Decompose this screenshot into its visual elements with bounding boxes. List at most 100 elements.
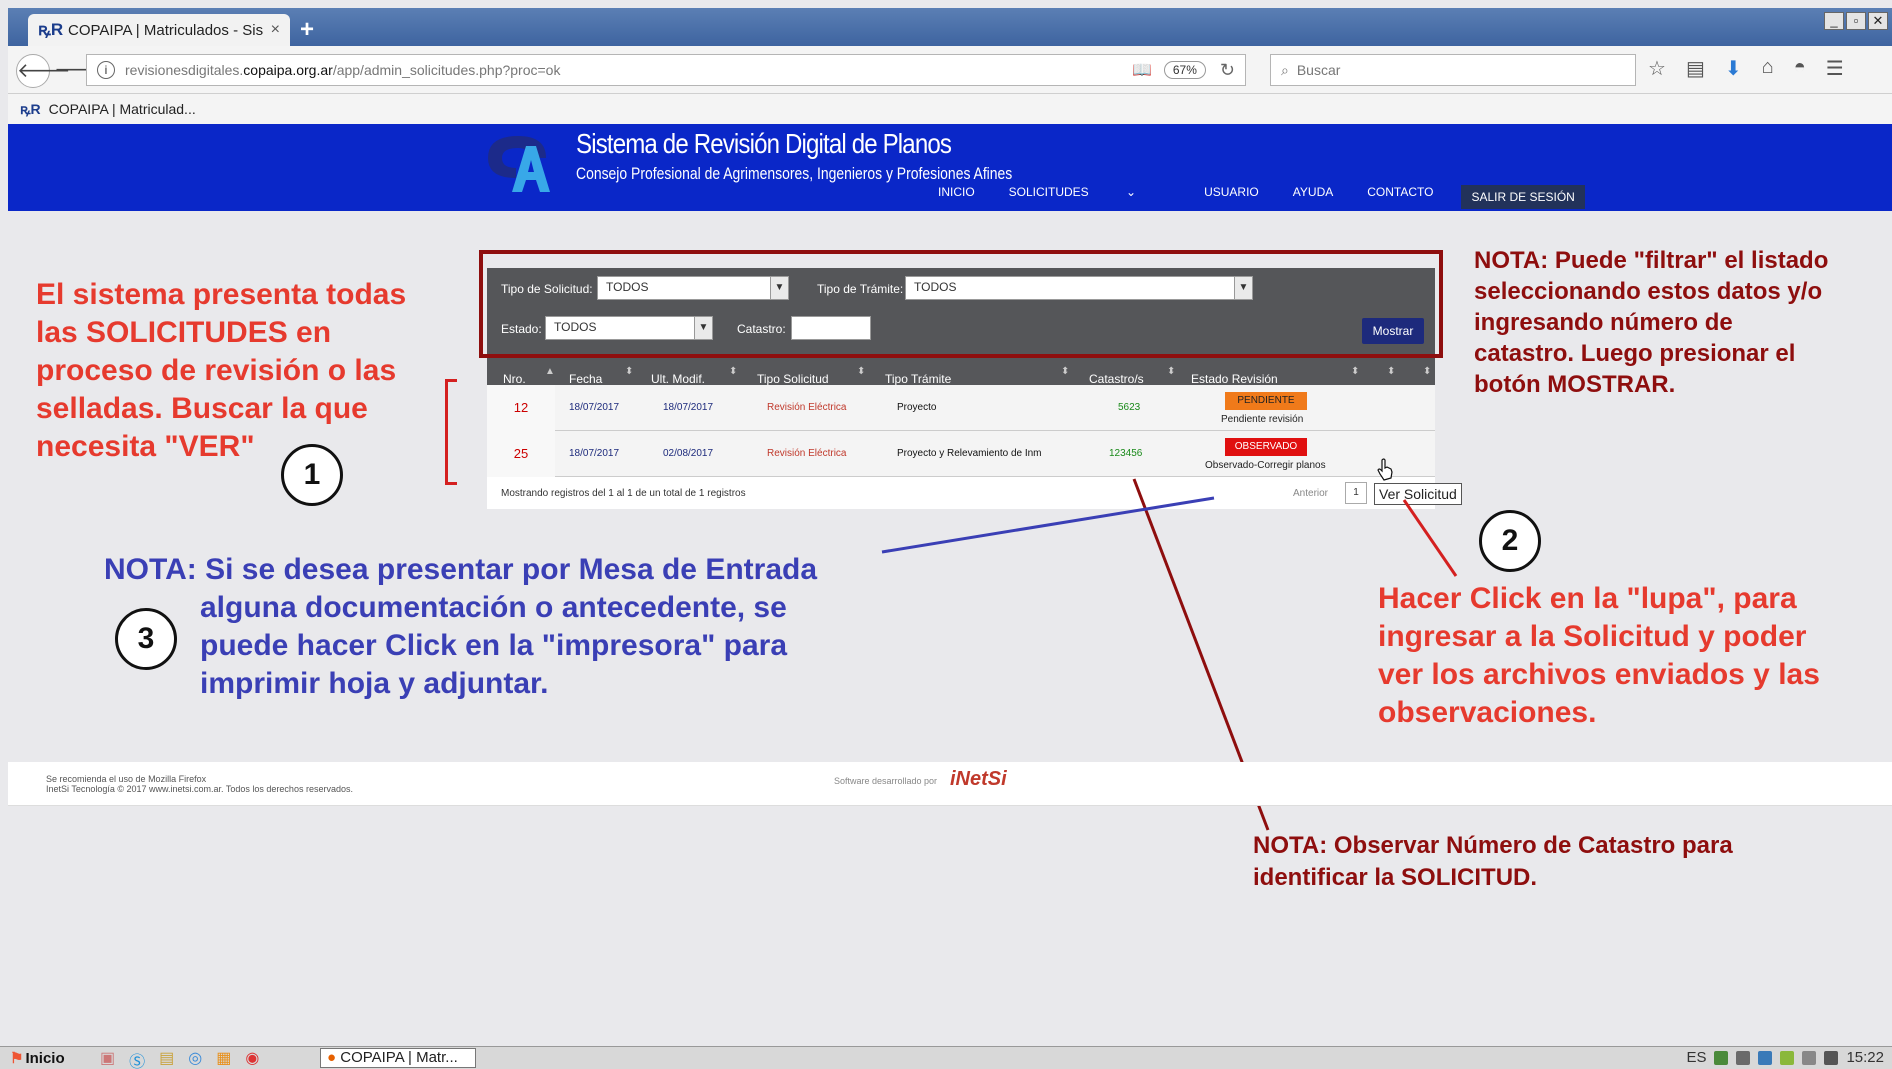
language-indicator[interactable]: ES (1686, 1049, 1706, 1066)
step-circle-3: 3 (115, 608, 177, 670)
system-tray: ES 15:22 (1686, 1049, 1884, 1066)
annotation-lupa: Hacer Click en la "lupa", para ingresar … (1378, 582, 1820, 729)
prev-page-button[interactable]: Anterior (1293, 488, 1328, 499)
hand-cursor-icon (1377, 458, 1393, 481)
pocket-icon[interactable]: ◓ (1794, 56, 1806, 81)
row-tipo-tramite: Proyecto (897, 402, 937, 413)
reload-icon[interactable]: ↻ (1220, 60, 1235, 81)
volume-icon[interactable] (1802, 1050, 1817, 1065)
url-text: revisionesdigitales.copaipa.org.ar/app/a… (125, 62, 561, 78)
back-button[interactable]: 🡐 (16, 54, 71, 88)
site-header: Sistema de Revisión Digital de Planos Co… (8, 124, 1892, 211)
site-footer: Se recomienda el uso de Mozilla Firefox … (8, 762, 1892, 806)
browser-icon[interactable]: ◎ (188, 1048, 202, 1069)
new-tab-button[interactable]: + (300, 18, 314, 42)
close-window-button[interactable]: ✕ (1868, 12, 1888, 30)
sort-icon: ⬍ (1423, 366, 1432, 377)
sort-icon: ⬍ (857, 366, 866, 377)
annotation-catastro: NOTA: Observar Número de Catastro para i… (1253, 832, 1733, 891)
annotation-solicitudes: El sistema presenta todas las SOLICITUDE… (36, 278, 407, 463)
annotation-printer-title: NOTA: Si se desea presentar por Mesa de … (104, 553, 818, 586)
row-tipo-solicitud: Revisión Eléctrica (767, 448, 847, 459)
row-estado: Pendiente revisión (1221, 414, 1304, 425)
copaipa-logo-icon (488, 136, 550, 192)
menu-inicio[interactable]: INICIO (938, 185, 975, 209)
window-controls: _ ▫ ✕ (1824, 12, 1888, 30)
skype-icon[interactable]: Ⓢ (129, 1048, 145, 1069)
menu-contacto[interactable]: CONTACTO (1367, 185, 1433, 209)
zoom-indicator[interactable]: 67% (1163, 61, 1206, 79)
folder-icon[interactable]: ▤ (159, 1048, 174, 1069)
menu-solicitudes[interactable]: SOLICITUDES ⌄ (1009, 185, 1170, 209)
step-circle-1: 1 (281, 444, 343, 506)
chrome-icon[interactable]: ◉ (245, 1048, 259, 1069)
bookmark-item[interactable]: COPAIPA | Matriculad... (49, 101, 196, 117)
app-icon[interactable]: ▦ (216, 1048, 231, 1069)
quick-launch: ▣ Ⓢ ▤ ◎ ▦ ◉ (100, 1048, 259, 1069)
tray-icon[interactable] (1736, 1050, 1751, 1065)
sort-icon: ⬍ (1351, 366, 1360, 377)
copaipa-favicon-icon: ꝶR (20, 100, 41, 117)
sort-icon: ⬍ (625, 366, 634, 377)
row-modif: 02/08/2017 (663, 448, 714, 459)
site-subtitle: Consejo Profesional de Agrimensores, Ing… (576, 164, 1013, 183)
pointer-line-lupa (1402, 499, 1458, 577)
home-icon[interactable]: ⌂ (1762, 56, 1774, 81)
minimize-button[interactable]: _ (1824, 12, 1844, 30)
downloads-icon[interactable]: ⬇ (1725, 56, 1742, 81)
taskbar: ⚑ Inicio ▣ Ⓢ ▤ ◎ ▦ ◉ ● COPAIPA | Matr... … (0, 1046, 1892, 1069)
site-title: Sistema de Revisión Digital de Planos (576, 128, 952, 159)
browser-tab[interactable]: ꝶR COPAIPA | Matriculados - Sistem × (28, 14, 290, 46)
bookmark-star-icon[interactable]: ☆ (1648, 56, 1666, 81)
chevron-down-icon: ⌄ (1126, 185, 1137, 199)
sort-icon: ⬍ (1387, 366, 1396, 377)
row-estado: Observado-Corregir planos (1205, 460, 1326, 471)
status-badge: PENDIENTE (1225, 392, 1307, 410)
url-bar[interactable]: i revisionesdigitales.copaipa.org.ar/app… (86, 54, 1246, 86)
menu-usuario[interactable]: USUARIO (1204, 185, 1259, 209)
table-row: 12 18/07/2017 18/07/2017 Revisión Eléctr… (487, 385, 1435, 431)
start-button[interactable]: ⚑ Inicio (10, 1049, 65, 1067)
media-player-icon[interactable]: ▣ (100, 1048, 115, 1069)
bookmarks-toolbar: ꝶR COPAIPA | Matriculad... (8, 94, 1892, 124)
footer-software-by: Software desarrollado por (834, 776, 938, 786)
row-nro: 12 (487, 385, 555, 431)
browser-tab-bar: ꝶR COPAIPA | Matriculados - Sistem × + _… (8, 8, 1892, 46)
inetsi-logo[interactable]: iNetSi (950, 768, 1007, 791)
row-catastro: 5623 (1118, 402, 1141, 413)
copaipa-favicon-icon: ꝶR (38, 20, 64, 39)
bookmarks-list-icon[interactable]: ▤ (1686, 56, 1705, 81)
row-catastro: 123456 (1109, 448, 1143, 459)
menu-icon[interactable]: ☰ (1826, 56, 1844, 81)
firefox-icon: ● (327, 1049, 337, 1066)
tray-icon[interactable] (1758, 1050, 1773, 1065)
sort-icon: ⬍ (1061, 366, 1070, 377)
reader-view-icon[interactable]: 📖 (1132, 60, 1152, 80)
search-bar[interactable]: ⌕ Buscar (1270, 54, 1636, 86)
sort-icon: ⬍ (1167, 366, 1176, 377)
tray-icon[interactable] (1780, 1050, 1795, 1065)
row-nro: 25 (487, 431, 555, 477)
network-icon[interactable] (1824, 1050, 1839, 1065)
footer-copyright: InetSi Tecnología © 2017 www.inetsi.com.… (46, 784, 353, 794)
close-tab-icon[interactable]: × (271, 21, 280, 39)
logout-button[interactable]: SALIR DE SESIÓN (1461, 185, 1585, 209)
menu-ayuda[interactable]: AYUDA (1293, 185, 1333, 209)
main-menu: INICIO SOLICITUDES ⌄ USUARIO AYUDA CONTA… (938, 185, 1619, 209)
clock[interactable]: 15:22 (1846, 1049, 1884, 1066)
tray-icon[interactable] (1714, 1050, 1729, 1065)
row-tipo-tramite: Proyecto y Relevamiento de Inm (897, 448, 1042, 459)
table-row: 25 18/07/2017 02/08/2017 Revisión Eléctr… (487, 431, 1435, 477)
sort-icon: ⬍ (729, 366, 738, 377)
forward-button[interactable]: 🡒 (54, 54, 108, 88)
row-fecha: 18/07/2017 (569, 402, 620, 413)
rows-bracket (445, 379, 457, 485)
row-tipo-solicitud: Revisión Eléctrica (767, 402, 847, 413)
site-info-icon[interactable]: i (97, 61, 115, 79)
footer-recommend: Se recomienda el uso de Mozilla Firefox (46, 774, 207, 784)
page-number-button[interactable]: 1 (1345, 482, 1367, 504)
restore-button[interactable]: ▫ (1846, 12, 1866, 30)
row-fecha: 18/07/2017 (569, 448, 620, 459)
windows-flag-icon: ⚑ (10, 1050, 24, 1067)
taskbar-app-firefox[interactable]: ● COPAIPA | Matr... (320, 1048, 476, 1068)
